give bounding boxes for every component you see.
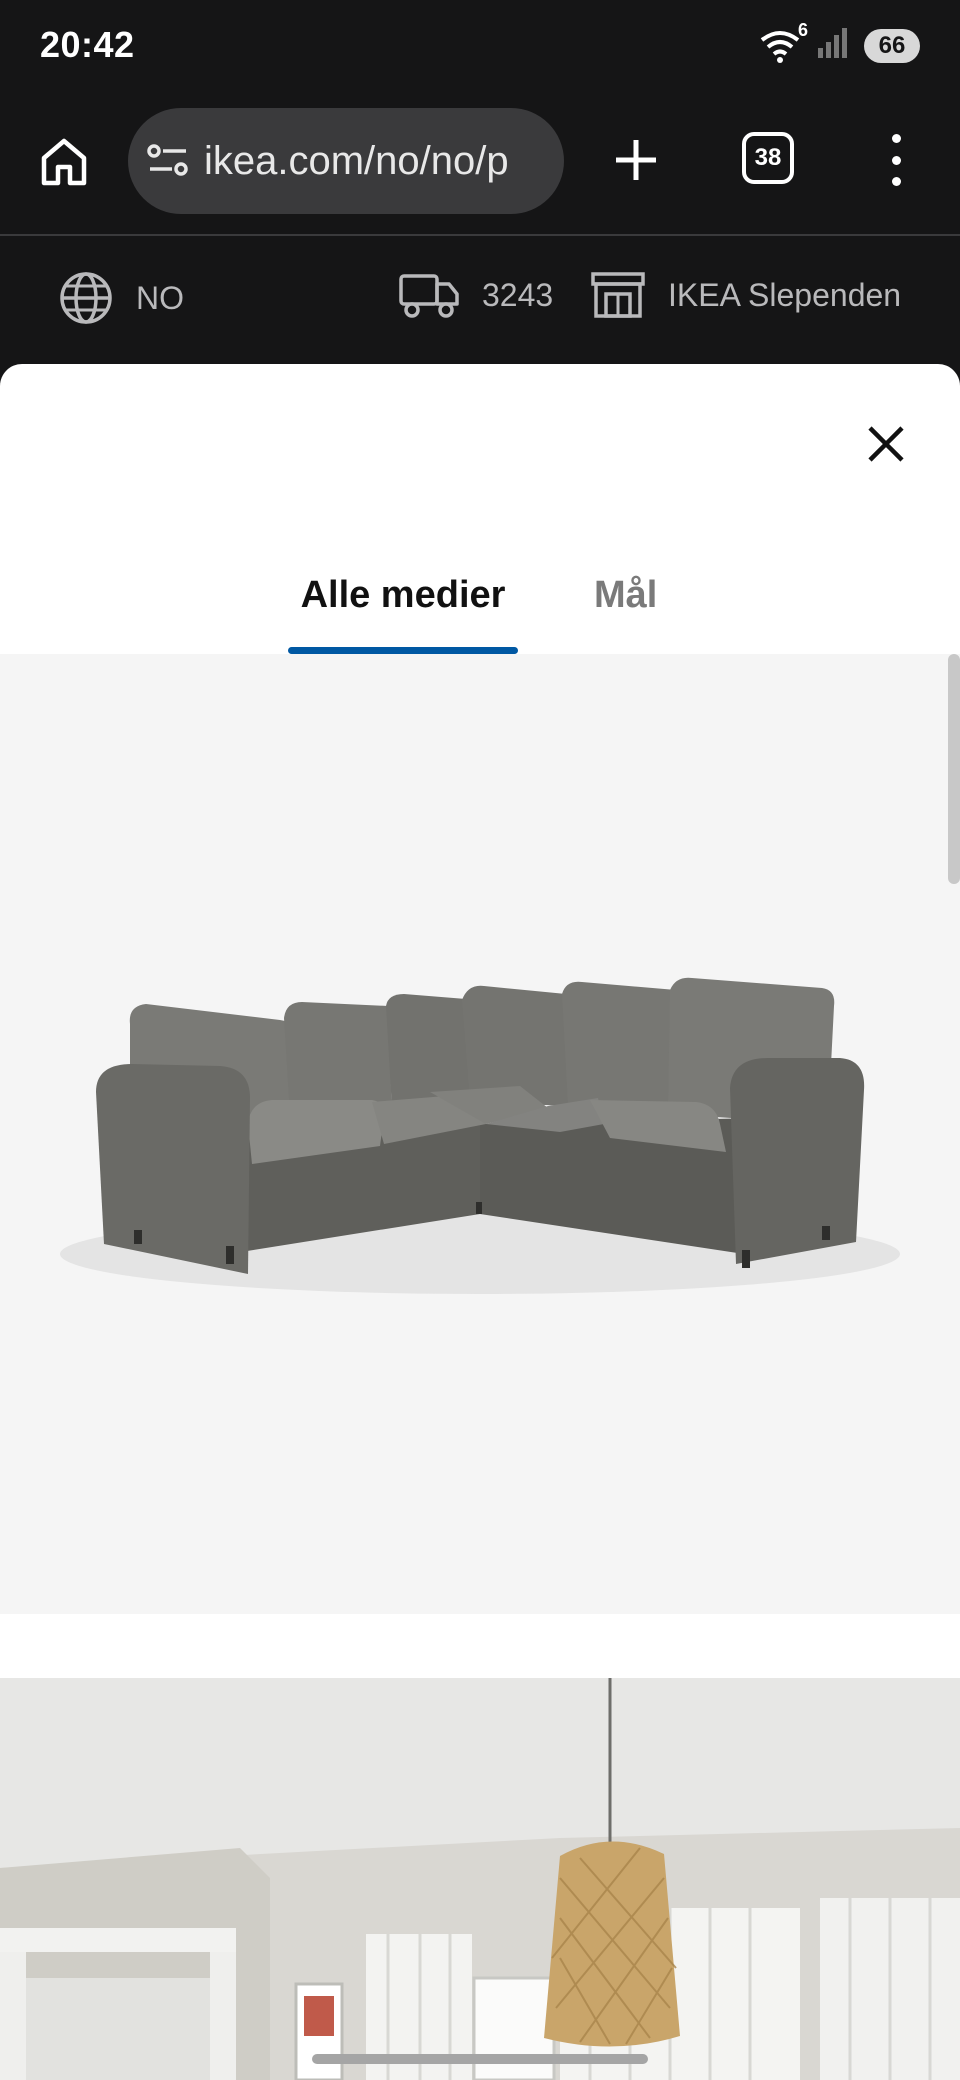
close-button[interactable] <box>858 416 914 472</box>
status-icons: 6 66 <box>758 20 920 65</box>
address-bar[interactable]: ikea.com/no/no/p <box>128 108 564 214</box>
tab-switcher-button[interactable]: 38 <box>742 132 794 184</box>
media-modal: Alle medier Mål <box>0 364 960 2080</box>
country-selector[interactable]: NO <box>58 270 184 326</box>
gesture-bar[interactable] <box>312 2054 648 2064</box>
site-settings-icon[interactable] <box>146 141 190 181</box>
browser-toolbar: ikea.com/no/no/p 38 <box>0 96 960 236</box>
battery-indicator: 66 <box>864 28 920 63</box>
plus-icon <box>616 140 656 180</box>
media-tabs: Alle medier Mål <box>0 556 960 656</box>
room-image[interactable] <box>0 1678 960 2080</box>
country-label: NO <box>136 279 184 316</box>
home-button[interactable] <box>36 134 92 190</box>
home-icon <box>41 138 87 186</box>
store-selector[interactable]: IKEA Slependen <box>590 270 901 320</box>
store-icon <box>591 272 645 318</box>
status-time: 20:42 <box>40 24 135 65</box>
ikea-location-strip: NO 3243 IKEA Slependen <box>0 238 960 364</box>
new-tab-button[interactable] <box>608 130 664 190</box>
close-icon <box>868 426 904 462</box>
media-scrollbar[interactable] <box>948 654 960 884</box>
wifi-icon: 6 <box>758 20 808 64</box>
postcode-selector[interactable]: 3243 <box>398 270 553 320</box>
living-room-illustration <box>0 1678 960 2080</box>
postcode-label: 3243 <box>482 276 554 313</box>
url-text: ikea.com/no/no/p <box>204 138 509 183</box>
globe-icon <box>60 272 112 324</box>
truck-icon <box>399 274 459 318</box>
more-vertical-icon[interactable] <box>878 128 914 192</box>
status-bar: 20:42 6 66 <box>0 0 960 96</box>
store-label: IKEA Slependen <box>668 276 902 313</box>
corner-sofa-illustration <box>60 977 900 1294</box>
product-image[interactable] <box>0 654 960 1614</box>
tab-all-media[interactable]: Alle medier <box>288 556 518 654</box>
signal-icon <box>816 26 850 65</box>
wifi-label: 6 <box>797 19 808 40</box>
tab-dimensions[interactable]: Mål <box>594 556 657 654</box>
